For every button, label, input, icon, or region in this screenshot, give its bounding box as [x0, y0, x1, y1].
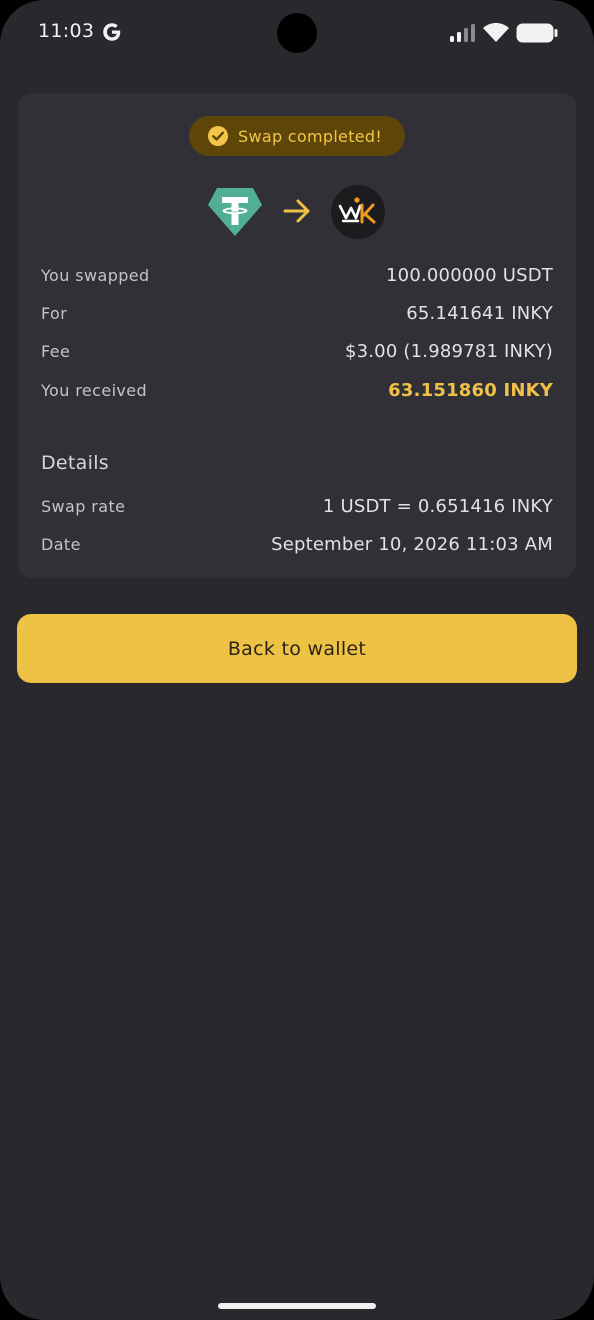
summary-row-you-swapped: You swapped 100.000000 USDT	[41, 262, 553, 288]
summary-row-fee: Fee $3.00 (1.989781 INKY)	[41, 338, 553, 364]
phone-screen: 11:03 Swap completed! You swapped 100.00…	[0, 0, 594, 1320]
details-label: Swap rate	[41, 496, 126, 516]
summary-label: For	[41, 303, 68, 323]
summary-row-for: For 65.141641 INKY	[41, 300, 553, 326]
back-to-wallet-button[interactable]: Back to wallet	[17, 614, 577, 683]
details-value: September 10, 2026 11:03 AM	[271, 533, 553, 555]
home-indicator[interactable]	[218, 1303, 376, 1309]
summary-value: 65.141641 INKY	[406, 302, 553, 324]
swap-summary-card: Swap completed! You swapped 100.000000 U…	[18, 93, 576, 578]
summary-value: 100.000000 USDT	[386, 264, 553, 286]
summary-label: Fee	[41, 341, 71, 361]
usdt-token-icon	[208, 188, 262, 236]
details-heading: Details	[41, 452, 109, 474]
summary-row-you-received: You received 63.151860 INKY	[41, 377, 553, 403]
check-circle-icon	[208, 126, 228, 146]
camera-cutout	[277, 13, 317, 53]
inky-token-icon	[331, 185, 385, 239]
arrow-right-icon	[283, 199, 310, 223]
details-value: 1 USDT = 0.651416 INKY	[322, 495, 553, 517]
cellular-signal-icon	[450, 24, 475, 42]
summary-value: $3.00 (1.989781 INKY)	[344, 340, 553, 362]
summary-label: You swapped	[41, 265, 150, 285]
google-icon	[103, 23, 121, 41]
swap-status-label: Swap completed!	[238, 126, 383, 146]
details-label: Date	[41, 534, 81, 554]
status-bar: 11:03	[0, 0, 594, 66]
token-pair	[18, 185, 576, 241]
details-row-swap-rate: Swap rate 1 USDT = 0.651416 INKY	[41, 493, 553, 519]
received-amount: 63.151860 INKY	[388, 379, 553, 401]
details-row-date: Date September 10, 2026 11:03 AM	[41, 531, 553, 557]
status-time: 11:03	[38, 20, 95, 42]
summary-label: You received	[41, 380, 148, 400]
swap-status-badge: Swap completed!	[189, 116, 405, 156]
wifi-icon	[483, 22, 509, 42]
battery-icon	[516, 23, 558, 43]
